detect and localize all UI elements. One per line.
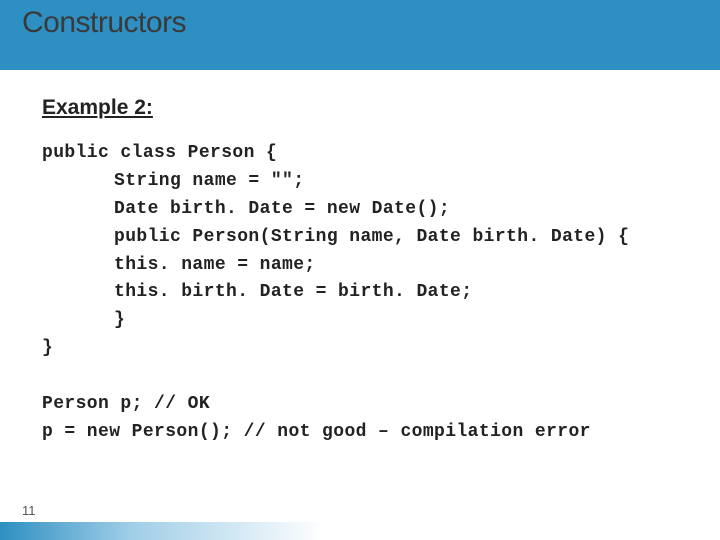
code-line: p = new Person(); // not good – compilat…	[42, 422, 591, 442]
example-heading: Example 2:	[42, 96, 700, 120]
code-line: this. name = name;	[114, 255, 316, 275]
footer-bar	[0, 522, 720, 540]
code-line: this. birth. Date = birth. Date;	[114, 282, 472, 302]
code-line: Date birth. Date = new Date();	[114, 199, 450, 219]
code-block: public class Person { String name = ""; …	[42, 140, 700, 447]
code-line: }	[42, 338, 53, 358]
code-line: public Person(String name, Date birth. D…	[114, 227, 629, 247]
code-line: String name = "";	[114, 171, 304, 191]
header-bar: Constructors	[0, 0, 720, 70]
code-line: }	[114, 310, 125, 330]
code-line: public class Person {	[42, 143, 277, 163]
page-number: 11	[22, 503, 36, 518]
slide-content: Example 2: public class Person { String …	[0, 70, 720, 447]
code-line: Person p; // OK	[42, 394, 210, 414]
slide-title: Constructors	[22, 6, 186, 40]
